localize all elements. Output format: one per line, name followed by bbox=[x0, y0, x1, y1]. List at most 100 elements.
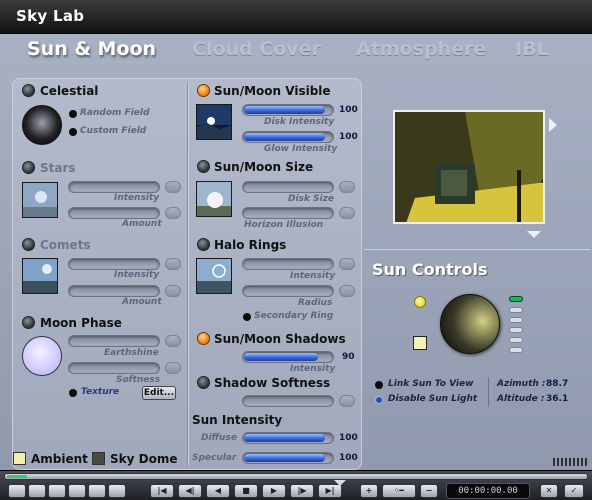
timeline-scrubber[interactable] bbox=[4, 473, 588, 480]
disk-intensity-fill bbox=[244, 106, 325, 114]
specular-slider[interactable] bbox=[242, 452, 334, 464]
sun-height-notch[interactable] bbox=[509, 327, 523, 333]
comets-amount-slider[interactable] bbox=[68, 285, 160, 297]
stars-intensity-knob[interactable] bbox=[165, 181, 181, 193]
secondary-ring-label[interactable]: Secondary Ring bbox=[254, 311, 333, 321]
secondary-ring-radio[interactable] bbox=[243, 313, 251, 321]
horizon-illusion-knob[interactable] bbox=[339, 207, 355, 219]
custom-field-radio[interactable] bbox=[69, 128, 77, 136]
sun-moon-size-toggle[interactable] bbox=[197, 160, 210, 173]
texture-radio[interactable] bbox=[69, 389, 77, 397]
halo-rings-toggle[interactable] bbox=[197, 238, 210, 251]
comets-toggle[interactable] bbox=[22, 238, 35, 251]
stop-icon[interactable]: ■ bbox=[234, 484, 258, 498]
sun-position-trackball[interactable] bbox=[440, 294, 500, 354]
halo-radius-knob[interactable] bbox=[339, 285, 355, 297]
go-to-start-icon[interactable]: |◀ bbox=[150, 484, 174, 498]
celestial-toggle[interactable] bbox=[22, 84, 35, 97]
stars-toggle[interactable] bbox=[22, 161, 35, 174]
ambient-color-swatch[interactable] bbox=[13, 452, 26, 465]
moon-phase-toggle[interactable] bbox=[22, 316, 35, 329]
sun-height-notch-active[interactable] bbox=[509, 296, 523, 302]
sun-height-notch[interactable] bbox=[509, 347, 523, 353]
timeline-options-arrow-icon[interactable] bbox=[334, 480, 346, 486]
shadow-intensity-slider[interactable] bbox=[242, 351, 334, 363]
celestial-sphere-icon[interactable] bbox=[22, 105, 62, 145]
link-sun-radio[interactable] bbox=[375, 381, 383, 389]
disable-sun-label[interactable]: Disable Sun Light bbox=[388, 394, 477, 404]
comets-intensity-knob[interactable] bbox=[165, 258, 181, 270]
random-field-radio[interactable] bbox=[69, 110, 77, 118]
halo-intensity-slider[interactable] bbox=[242, 258, 334, 270]
shadow-softness-slider[interactable] bbox=[242, 395, 334, 407]
moon-phase-icon[interactable] bbox=[22, 336, 62, 376]
shadow-softness-toggle[interactable] bbox=[197, 376, 210, 389]
comets-amount-knob[interactable] bbox=[165, 285, 181, 297]
shadow-softness-knob[interactable] bbox=[339, 395, 355, 407]
stars-intensity-slider[interactable] bbox=[68, 181, 160, 193]
add-keyframe-icon[interactable]: + bbox=[360, 484, 378, 498]
tab-cloud-cover[interactable]: Cloud Cover bbox=[192, 38, 321, 60]
earthshine-slider[interactable] bbox=[68, 335, 160, 347]
timecode-display[interactable]: 00:00:00.00 bbox=[446, 483, 530, 499]
softness-slider[interactable] bbox=[68, 362, 160, 374]
frame-button[interactable] bbox=[48, 484, 66, 498]
resize-grip-icon[interactable] bbox=[553, 458, 587, 466]
sun-height-notch[interactable] bbox=[509, 337, 523, 343]
stars-amount-slider[interactable] bbox=[68, 207, 160, 219]
sun-color-swatch[interactable] bbox=[413, 336, 427, 350]
frame-button[interactable] bbox=[68, 484, 86, 498]
remove-keyframe-icon[interactable]: − bbox=[420, 484, 438, 498]
sun-moon-texture-thumbnail[interactable] bbox=[196, 104, 232, 140]
celestial-label: Celestial bbox=[40, 84, 99, 98]
halo-rings-thumbnail[interactable] bbox=[196, 258, 232, 294]
go-to-end-icon[interactable]: ▶| bbox=[318, 484, 342, 498]
sun-height-notch[interactable] bbox=[509, 317, 523, 323]
halo-intensity-knob[interactable] bbox=[339, 258, 355, 270]
texture-label[interactable]: Texture bbox=[81, 387, 119, 397]
disk-size-knob[interactable] bbox=[339, 181, 355, 193]
disk-intensity-slider[interactable] bbox=[242, 104, 334, 116]
earthshine-knob[interactable] bbox=[165, 335, 181, 347]
edit-texture-button[interactable]: Edit... bbox=[142, 386, 176, 400]
random-field-label[interactable]: Random Field bbox=[80, 108, 149, 118]
frame-button[interactable] bbox=[28, 484, 46, 498]
timeline-playhead[interactable] bbox=[7, 475, 27, 478]
stars-texture-thumbnail[interactable] bbox=[22, 182, 58, 218]
link-sun-label[interactable]: Link Sun To View bbox=[388, 379, 473, 389]
confirm-icon[interactable]: ✓ bbox=[564, 484, 584, 498]
preview-menu-arrow-icon[interactable] bbox=[527, 231, 541, 238]
comets-intensity-slider[interactable] bbox=[68, 258, 160, 270]
custom-field-label[interactable]: Custom Field bbox=[80, 126, 146, 136]
stars-amount-knob[interactable] bbox=[165, 207, 181, 219]
cancel-icon[interactable]: ✕ bbox=[540, 484, 558, 498]
diffuse-slider[interactable] bbox=[242, 432, 334, 444]
disk-size-slider[interactable] bbox=[242, 181, 334, 193]
horizon-illusion-slider[interactable] bbox=[242, 207, 334, 219]
sky-dome-color-swatch[interactable] bbox=[92, 452, 105, 465]
halo-radius-slider[interactable] bbox=[242, 285, 334, 297]
sun-position-indicator-icon[interactable] bbox=[414, 296, 426, 308]
sun-moon-visible-toggle[interactable] bbox=[197, 84, 210, 97]
glow-intensity-slider[interactable] bbox=[242, 131, 334, 143]
tab-sun-moon[interactable]: Sun & Moon bbox=[27, 38, 156, 60]
sun-moon-shadows-toggle[interactable] bbox=[197, 332, 210, 345]
step-back-icon[interactable]: ◀| bbox=[178, 484, 202, 498]
frame-button[interactable] bbox=[88, 484, 106, 498]
disable-sun-radio[interactable] bbox=[375, 396, 383, 404]
preview-next-arrow-icon[interactable] bbox=[549, 118, 557, 132]
play-icon[interactable]: ▶ bbox=[262, 484, 286, 498]
keyframe-key-icon[interactable]: ◦━ bbox=[382, 484, 416, 498]
comets-texture-thumbnail[interactable] bbox=[22, 258, 58, 294]
tab-atmosphere[interactable]: Atmosphere bbox=[356, 38, 486, 60]
sun-moon-size-thumbnail[interactable] bbox=[196, 181, 232, 217]
halo-rings-label: Halo Rings bbox=[214, 238, 287, 252]
tab-ibl[interactable]: IBL bbox=[515, 38, 549, 60]
play-reverse-icon[interactable]: ◀ bbox=[206, 484, 230, 498]
sun-height-notch[interactable] bbox=[509, 307, 523, 313]
frame-button[interactable] bbox=[108, 484, 126, 498]
softness-knob[interactable] bbox=[165, 362, 181, 374]
preview-image[interactable] bbox=[393, 110, 545, 224]
frame-button[interactable] bbox=[8, 484, 26, 498]
step-forward-icon[interactable]: |▶ bbox=[290, 484, 314, 498]
